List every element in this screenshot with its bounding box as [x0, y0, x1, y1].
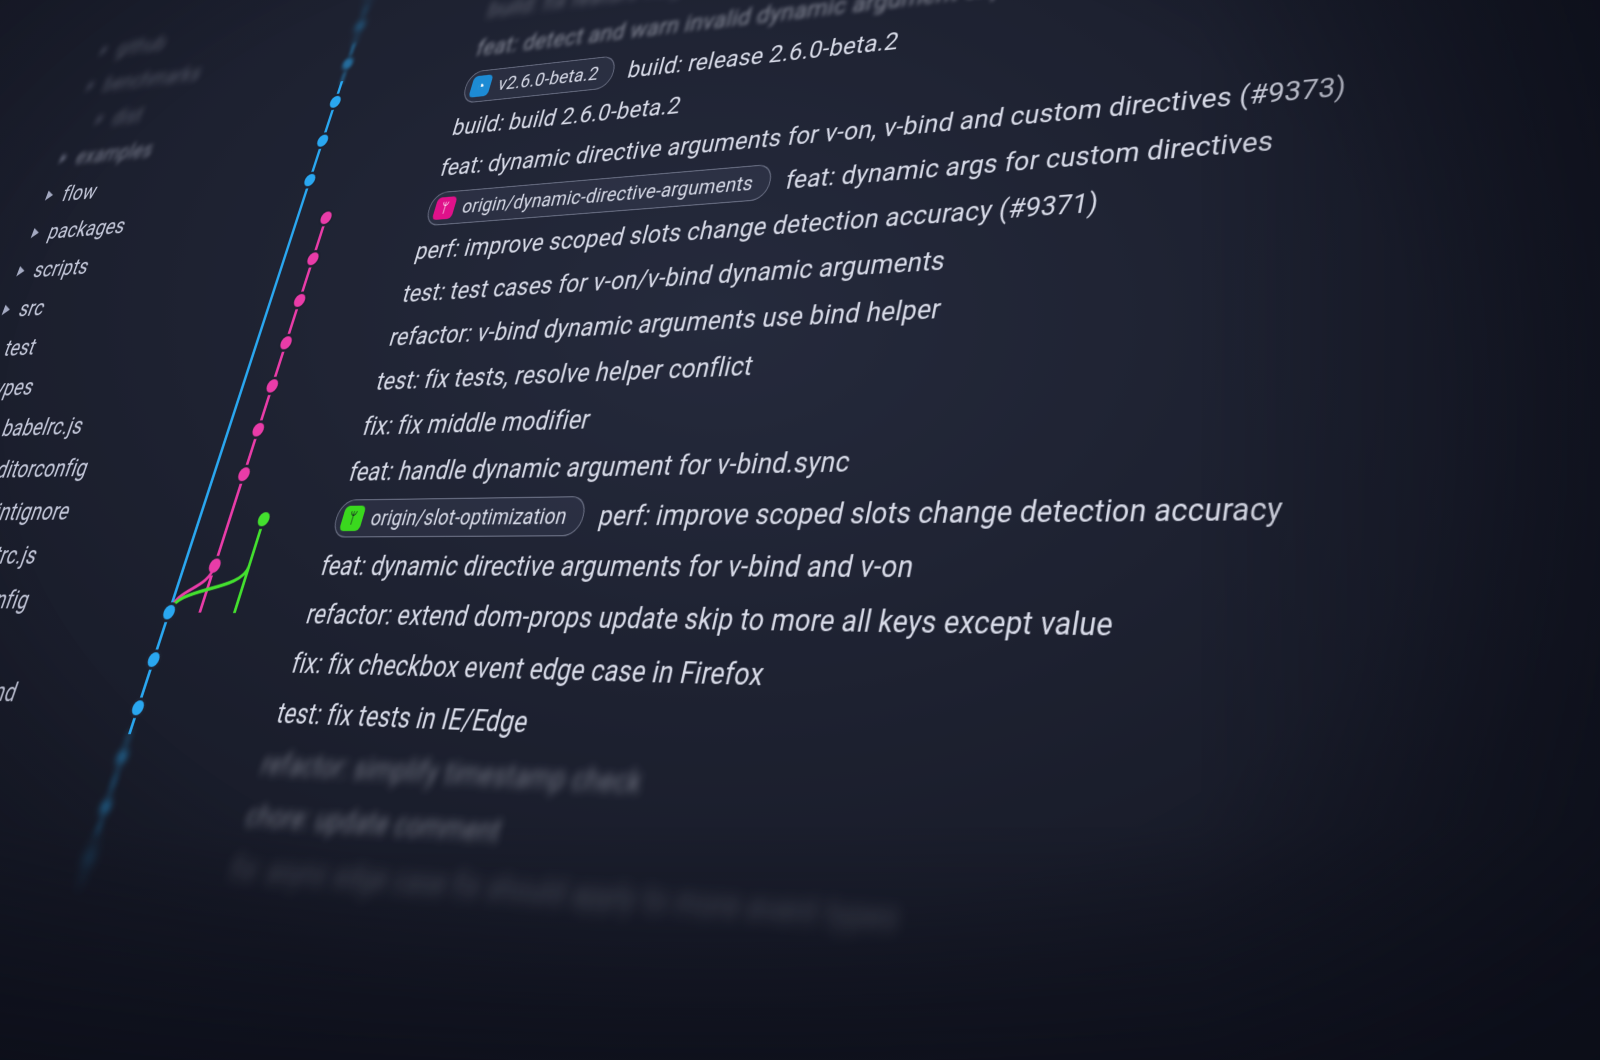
file-label: .eslintrc.js [0, 540, 42, 570]
commit-node-icon [130, 700, 146, 715]
graph-lanes [78, 731, 255, 789]
file--eslintignore[interactable]: .eslintignore [0, 488, 176, 535]
graph-lanes [201, 360, 370, 410]
commit-node-icon [306, 252, 321, 265]
file-label: .eslintignore [0, 496, 75, 526]
graph-lanes [95, 683, 271, 738]
folder-label: test [0, 333, 40, 362]
file-LICENSE[interactable]: LICENSE [0, 710, 98, 769]
file--eslintrc-js[interactable]: .eslintrc.js [0, 532, 161, 578]
folder-label: types [0, 373, 39, 402]
graph-lanes [157, 495, 329, 542]
commit-node-icon [81, 849, 97, 866]
chevron-icon [86, 81, 96, 91]
commit-message: perf: improve scoped slots change detect… [595, 490, 1284, 533]
commit-message: fix: async edge case fix should apply to… [226, 850, 903, 939]
folder-label: dist [109, 102, 147, 130]
chevron-icon [16, 266, 26, 277]
file--editorconfig[interactable]: .editorconfig [0, 443, 190, 491]
graph-lanes [45, 830, 224, 894]
commit-message: refactor: simplify timestamp check [257, 747, 646, 802]
branch-badge[interactable]: ᛘorigin/slot-optimization [330, 496, 588, 537]
branch-icon: ᛘ [432, 196, 458, 220]
chevron-icon [95, 114, 105, 124]
commit-node-icon [265, 379, 280, 393]
graph-lanes [172, 449, 343, 497]
chevron-icon [100, 45, 110, 55]
commit-message: refactor: extend dom-props update skip t… [303, 598, 1117, 644]
commit-node-icon [319, 211, 333, 224]
folder-label: examples [72, 137, 157, 170]
commit-message: fix: fix middle modifier [359, 403, 594, 441]
commit-node-icon [292, 294, 307, 308]
commit-message: feat: dynamic directive arguments for v-… [317, 548, 917, 585]
commit-node-icon [316, 134, 330, 147]
chevron-icon [31, 228, 41, 239]
file-label: .flowconfig [0, 584, 34, 615]
commit-node-icon [279, 336, 294, 350]
branch-label: origin/slot-optimization [368, 503, 571, 531]
branch-icon: ᛘ [339, 506, 367, 532]
commit-node-icon [353, 20, 367, 33]
commit-node-icon [328, 95, 342, 108]
commit-node-icon [236, 467, 251, 481]
commit-node-icon [341, 57, 355, 70]
commit-row[interactable]: fix: async edge case fix should apply to… [45, 830, 1600, 1047]
folder-label: github [113, 31, 170, 61]
commit-node-icon [114, 749, 130, 765]
commit-row[interactable]: chore: update comment [62, 780, 1600, 968]
commit-node-icon [98, 799, 114, 815]
commit-message: fix: fix checkbox event edge case in Fir… [288, 646, 768, 693]
commit-node-icon [146, 652, 162, 667]
commit-message: test: fix tests in IE/Edge [273, 696, 533, 740]
tag-icon: ◔ [468, 74, 493, 97]
file--babelrc-js[interactable]: .babelrc.js [0, 400, 205, 450]
file-label: .gitignore [0, 628, 3, 660]
graph-lanes [111, 635, 286, 687]
file--gitignore[interactable]: .gitignore [0, 620, 130, 671]
file--flowconfig[interactable]: .flowconfig [0, 577, 145, 624]
file-label: .babelrc.js [0, 411, 88, 442]
graph-lanes [187, 404, 357, 453]
commit-node-icon [303, 174, 317, 187]
chevron-icon [45, 190, 55, 201]
graph-lanes [126, 589, 300, 639]
folder-label: scripts [30, 253, 94, 283]
folder-label: packages [44, 212, 130, 244]
commit-message: feat: handle dynamic argument for v-bind… [345, 444, 853, 487]
commit-node-icon [256, 512, 271, 526]
folder-label: src [15, 294, 49, 322]
commit-message: test: fix tests, resolve helper conflict [373, 350, 757, 397]
chevron-icon [59, 153, 69, 164]
commit-row[interactable]: refactor: simplify timestamp check [78, 731, 1600, 891]
commit-row[interactable]: test: fix tests in IE/Edge [95, 683, 1600, 816]
chevron-icon [2, 304, 12, 315]
tag-label: v2.6.0-beta.2 [496, 62, 602, 95]
commit-node-icon [251, 423, 266, 437]
file-BACKERS-md[interactable]: BACKERS.md [0, 665, 114, 720]
file-label: BACKERS.md [0, 673, 22, 708]
file-label: .editorconfig [0, 453, 93, 484]
folder-label: flow [58, 178, 101, 206]
commit-message: chore: update comment [242, 798, 506, 850]
